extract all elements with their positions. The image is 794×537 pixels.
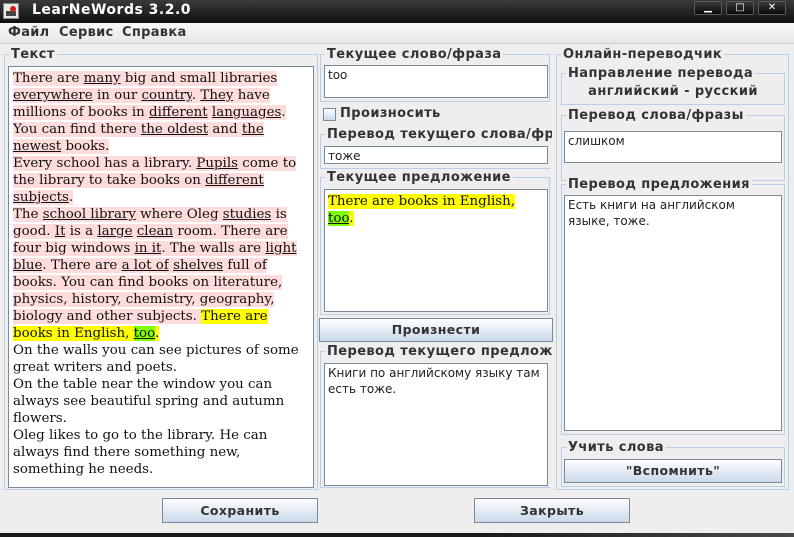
text-group: Текст There are many big and small libra… <box>4 47 318 490</box>
text-segment: where Oleg <box>135 207 223 222</box>
online-translator-group: Онлайн-переводчик Направление перевода а… <box>556 47 789 490</box>
close-button[interactable]: Закрыть <box>474 498 630 523</box>
title-bar: LearNeWords 3.2.0 ▁ □ ✕ <box>0 0 794 23</box>
word-link[interactable]: shelves <box>173 258 224 273</box>
word-link[interactable]: country <box>141 88 192 103</box>
sentence-online-title: Перевод предложения <box>566 177 752 192</box>
sentence-translation-field[interactable]: Книги по английскому языку там есть тоже… <box>324 363 548 486</box>
word-link[interactable]: the oldest <box>140 122 209 137</box>
word-link[interactable]: a lot of <box>121 258 169 273</box>
online-translator-title: Онлайн-переводчик <box>561 47 725 62</box>
text-segment: There are books in English, <box>328 194 516 209</box>
text-segment: Every school has a library. <box>13 156 197 171</box>
current-word-field[interactable]: too <box>324 65 548 98</box>
text-paragraph: Every school has a library. Pupils come … <box>13 155 309 206</box>
pronounce-label[interactable]: Произносить <box>340 106 441 121</box>
word-online-group: Перевод слова/фразы слишком <box>561 108 785 181</box>
word-translation-field[interactable]: тоже <box>324 146 548 164</box>
text-segment: Oleg likes to go to the library. He can … <box>13 428 268 477</box>
word-link[interactable]: everywhere <box>13 88 93 103</box>
app-icon[interactable] <box>3 3 19 19</box>
word-link[interactable]: languages <box>211 105 282 120</box>
word-link[interactable]: school library <box>42 207 136 222</box>
current-sentence-title: Текущее предложение <box>325 170 513 185</box>
text-segment: and <box>208 122 242 137</box>
text-paragraph: There are many big and small libraries e… <box>13 70 309 155</box>
direction-group: Направление перевода английский - русски… <box>561 66 785 105</box>
text-group-title: Текст <box>9 47 57 62</box>
text-segment: . The walls are <box>161 241 266 256</box>
current-word-title: Текущее слово/фраза <box>325 47 504 62</box>
word-online-field[interactable]: слишком <box>564 131 782 163</box>
close-window-button[interactable]: ✕ <box>758 1 786 15</box>
text-segment: . <box>68 190 74 205</box>
word-link[interactable]: They <box>200 88 234 103</box>
sentence-translation-title: Перевод текущего предложения <box>325 344 552 359</box>
sentence-online-group: Перевод предложения Есть книги на англий… <box>561 177 785 435</box>
window-bottom-edge <box>0 533 794 537</box>
main-panel: Текст There are many big and small libra… <box>0 44 794 533</box>
word-link[interactable]: too <box>133 326 155 341</box>
word-link[interactable]: studies <box>222 207 272 222</box>
text-segment: books. <box>61 139 110 154</box>
current-sentence-group: Текущее предложение There are books in E… <box>320 170 550 315</box>
text-segment: is a <box>65 224 98 239</box>
text-paragraph: Oleg likes to go to the library. He can … <box>13 427 309 478</box>
word-translation-title: Перевод текущего слова/фразы <box>325 127 552 142</box>
text-paragraph: The school library where Oleg studies is… <box>13 206 309 342</box>
text-segment: On the table near the window you can alw… <box>13 377 285 426</box>
text-segment: in our <box>92 88 142 103</box>
text-segment: There are <box>13 71 84 86</box>
direction-title: Направление перевода <box>566 66 756 81</box>
word-link[interactable]: too <box>328 211 350 226</box>
text-paragraph: On the walls you can see pictures of som… <box>13 342 309 376</box>
text-segment: big and small libraries <box>120 71 278 86</box>
text-segment: On the walls you can see pictures of som… <box>13 343 299 375</box>
word-link[interactable]: large <box>97 224 133 239</box>
text-segment: . <box>154 326 160 341</box>
text-segment: The <box>13 207 43 222</box>
word-link[interactable]: many <box>83 71 121 86</box>
window-title: LearNeWords 3.2.0 <box>32 2 192 18</box>
word-link[interactable]: clean <box>136 224 174 239</box>
menu-file[interactable]: Файл <box>8 25 50 40</box>
minimize-button[interactable]: ▁ <box>694 1 722 15</box>
current-sentence-area[interactable]: There are books in English, too. <box>324 189 548 312</box>
learn-words-title: Учить слова <box>566 440 666 455</box>
text-paragraph: On the table near the window you can alw… <box>13 376 309 427</box>
word-link[interactable]: It <box>54 224 66 239</box>
menu-service[interactable]: Сервис <box>59 25 114 40</box>
sentence-online-field[interactable]: Есть книги на английском языке, тоже. <box>564 195 782 431</box>
save-button[interactable]: Сохранить <box>162 498 318 523</box>
pronounce-checkbox[interactable] <box>323 108 336 121</box>
text-segment: . There are <box>42 258 122 273</box>
maximize-button[interactable]: □ <box>726 1 754 15</box>
word-link[interactable]: in it <box>134 241 162 256</box>
direction-value: английский - русский <box>588 84 758 99</box>
sentence-translation-group: Перевод текущего предложения Книги по ан… <box>320 344 552 488</box>
word-link[interactable]: Pupils <box>196 156 238 171</box>
word-link[interactable]: different <box>149 105 208 120</box>
current-word-group: Текущее слово/фраза too <box>320 47 550 102</box>
word-online-title: Перевод слова/фразы <box>566 108 746 123</box>
pronounce-button[interactable]: Произнести <box>319 318 553 342</box>
learn-words-group: Учить слова "Вспомнить" <box>561 440 785 487</box>
menu-bar: Файл Сервис Справка <box>0 23 794 44</box>
text-segment: . <box>349 211 354 226</box>
remember-button[interactable]: "Вспомнить" <box>564 459 782 483</box>
main-text-area[interactable]: There are many big and small libraries e… <box>8 66 314 488</box>
menu-help[interactable]: Справка <box>122 25 187 40</box>
word-translation-group: Перевод текущего слова/фразы тоже <box>320 127 552 169</box>
